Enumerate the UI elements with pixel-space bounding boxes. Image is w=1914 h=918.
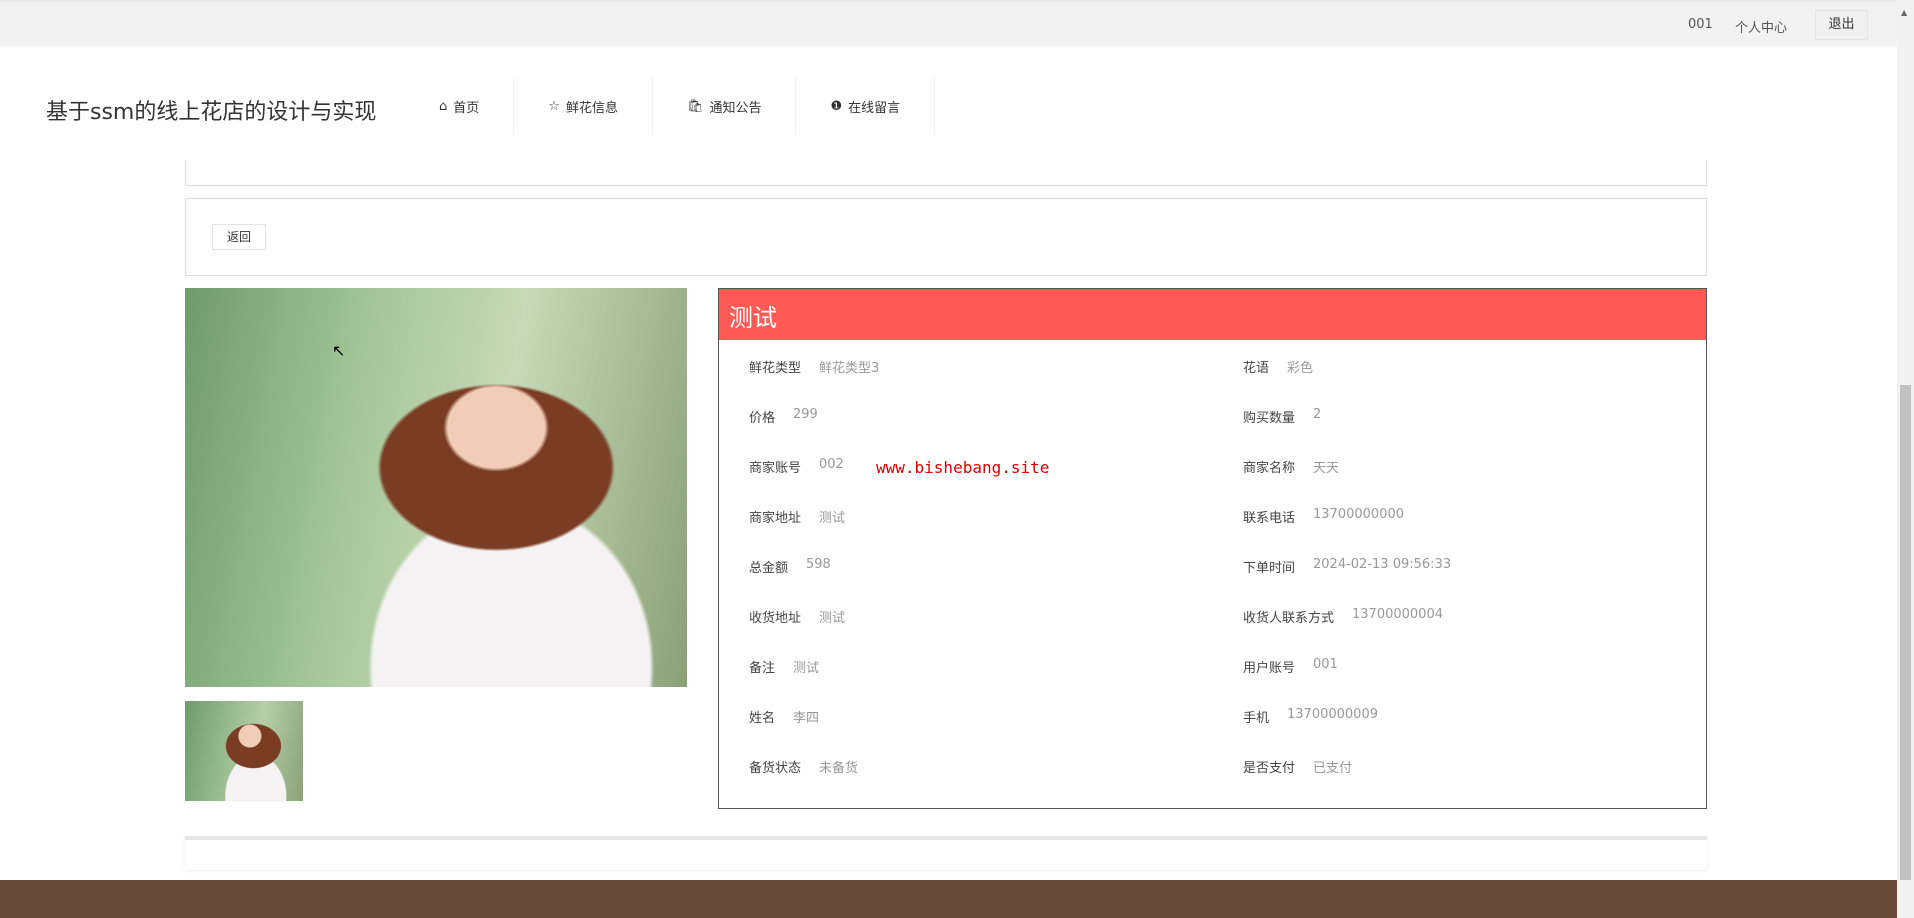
top-bar: 001 个人中心 退出 bbox=[0, 0, 1897, 46]
field-label: 商家名称 bbox=[1243, 461, 1296, 476]
scroll-up-icon[interactable]: ▲ bbox=[1901, 8, 1907, 17]
detail-field: 收货地址 测试 bbox=[749, 607, 845, 626]
field-value: 13700000009 bbox=[1287, 707, 1378, 722]
detail-field: 鲜花类型 鲜花类型3 bbox=[749, 357, 879, 376]
nav-home[interactable]: ⌂ 首页 bbox=[405, 78, 515, 134]
detail-field: 商家名称 天天 bbox=[1243, 457, 1339, 476]
field-label: 手机 bbox=[1243, 711, 1270, 726]
detail-field: 备注 测试 bbox=[749, 657, 819, 676]
detail-field: 备货状态 未备货 bbox=[749, 757, 858, 776]
field-value: 鲜花类型3 bbox=[819, 361, 880, 376]
back-button[interactable]: 返回 bbox=[212, 224, 266, 250]
detail-field: 购买数量 2 bbox=[1243, 407, 1321, 426]
field-value: 2024-02-13 09:56:33 bbox=[1313, 557, 1452, 572]
field-label: 花语 bbox=[1243, 361, 1270, 376]
logout-button[interactable]: 退出 bbox=[1815, 10, 1868, 40]
field-label: 姓名 bbox=[749, 711, 776, 726]
field-value: 13700000004 bbox=[1352, 607, 1443, 622]
scrollbar-thumb[interactable] bbox=[1900, 385, 1911, 880]
field-value: 001 bbox=[1313, 657, 1338, 672]
field-value: 测试 bbox=[819, 611, 846, 626]
detail-field: 手机 13700000009 bbox=[1243, 707, 1378, 726]
bag-icon: 🛍 bbox=[686, 98, 704, 114]
field-value: 测试 bbox=[793, 661, 820, 676]
field-value: 299 bbox=[793, 407, 818, 422]
field-value: 598 bbox=[806, 557, 831, 572]
field-label: 备货状态 bbox=[749, 761, 802, 776]
star-icon: ☆ bbox=[548, 98, 560, 114]
nav-notices[interactable]: 🛍 通知公告 bbox=[653, 78, 797, 134]
footer bbox=[0, 880, 1897, 918]
field-value: 2 bbox=[1313, 407, 1322, 422]
field-value: 002 bbox=[819, 457, 844, 472]
field-label: 商家账号 bbox=[749, 461, 802, 476]
field-label: 是否支付 bbox=[1243, 761, 1296, 776]
field-label: 购买数量 bbox=[1243, 411, 1296, 426]
flower-main-image bbox=[185, 288, 687, 687]
personal-center-link[interactable]: 个人中心 bbox=[1735, 17, 1787, 36]
flower-thumbnail[interactable] bbox=[185, 701, 303, 801]
mouse-cursor-icon: ↖ bbox=[332, 341, 346, 360]
field-value: 测试 bbox=[819, 511, 846, 526]
detail-field: 收货人联系方式 13700000004 bbox=[1243, 607, 1443, 626]
field-value: 未备货 bbox=[819, 761, 859, 776]
breadcrumb-panel bbox=[185, 160, 1707, 186]
detail-field: 总金额 598 bbox=[749, 557, 831, 576]
field-value: 彩色 bbox=[1287, 361, 1314, 376]
detail-field: 花语 彩色 bbox=[1243, 357, 1313, 376]
field-value: 李四 bbox=[793, 711, 820, 726]
detail-field: 商家地址 测试 bbox=[749, 507, 845, 526]
field-value: 已支付 bbox=[1313, 761, 1353, 776]
detail-field: 是否支付 已支付 bbox=[1243, 757, 1352, 776]
nav-messages[interactable]: ❶ 在线留言 bbox=[796, 78, 936, 134]
detail-field: 用户账号 001 bbox=[1243, 657, 1338, 676]
field-label: 鲜花类型 bbox=[749, 361, 802, 376]
field-label: 收货地址 bbox=[749, 611, 802, 626]
field-label: 用户账号 bbox=[1243, 661, 1296, 676]
detail-field: 下单时间 2024-02-13 09:56:33 bbox=[1243, 557, 1451, 576]
detail-field: 联系电话 13700000000 bbox=[1243, 507, 1404, 526]
detail-title: 测试 bbox=[719, 289, 1706, 340]
scrollbar[interactable]: ▲ bbox=[1897, 0, 1914, 918]
field-label: 下单时间 bbox=[1243, 561, 1296, 576]
detail-field: 商家账号 002 bbox=[749, 457, 844, 476]
site-title: 基于ssm的线上花店的设计与实现 bbox=[46, 100, 377, 125]
nav-flowers[interactable]: ☆ 鲜花信息 bbox=[514, 78, 653, 134]
field-value: 天天 bbox=[1313, 461, 1340, 476]
bottom-panel bbox=[185, 836, 1707, 870]
main-nav: ⌂ 首页 ☆ 鲜花信息 🛍 通知公告 ❶ 在线留言 bbox=[405, 78, 936, 134]
field-label: 商家地址 bbox=[749, 511, 802, 526]
field-value: 13700000000 bbox=[1313, 507, 1404, 522]
field-label: 备注 bbox=[749, 661, 776, 676]
home-icon: ⌂ bbox=[439, 98, 448, 114]
field-label: 价格 bbox=[749, 411, 776, 426]
field-label: 总金额 bbox=[749, 561, 789, 576]
watermark: www.bishebang.site bbox=[876, 458, 1050, 477]
field-label: 联系电话 bbox=[1243, 511, 1296, 526]
username: 001 bbox=[1688, 17, 1713, 32]
field-label: 收货人联系方式 bbox=[1243, 611, 1335, 626]
alert-icon: ❶ bbox=[830, 98, 843, 114]
detail-field: 价格 299 bbox=[749, 407, 818, 426]
detail-field: 姓名 李四 bbox=[749, 707, 819, 726]
action-panel bbox=[185, 198, 1707, 276]
